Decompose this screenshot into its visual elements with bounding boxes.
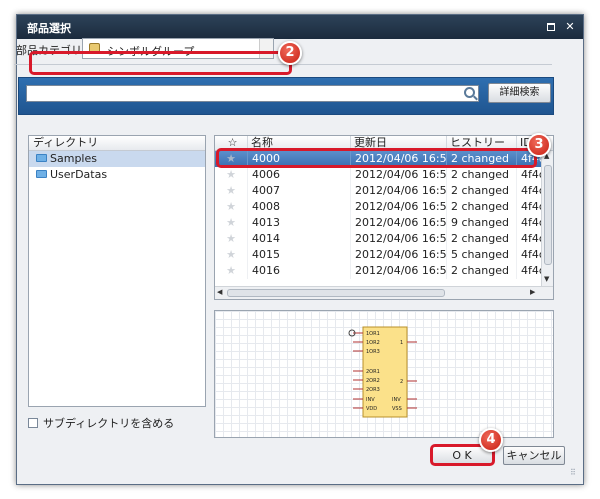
- history: 5 changed: [446, 247, 516, 263]
- updated-date: 2012/04/06 16:59: [350, 199, 446, 215]
- table-row[interactable]: ★ 4013 2012/04/06 16:59 9 changed 4f4d: [215, 215, 546, 231]
- pin-label: 2OR2: [366, 378, 380, 384]
- part-name: 4008: [247, 199, 350, 215]
- include-subdirectories-checkbox[interactable]: [28, 418, 38, 428]
- directory-item-samples[interactable]: Samples: [29, 151, 205, 167]
- restore-icon: [547, 23, 555, 31]
- scroll-right-icon[interactable]: ▶: [530, 288, 535, 296]
- pin-label: VDD: [366, 406, 377, 412]
- pin-label: 2OR3: [366, 387, 380, 393]
- part-name: 4013: [247, 215, 350, 231]
- advanced-search-button[interactable]: 詳細検索: [488, 83, 551, 103]
- history: 2 changed: [446, 183, 516, 199]
- vertical-scrollbar[interactable]: ▲ ▼: [541, 151, 553, 286]
- history: 9 changed: [446, 215, 516, 231]
- part-name: 4014: [247, 231, 350, 247]
- directory-header: ディレクトリ: [29, 136, 205, 151]
- directory-panel: ディレクトリ Samples UserDatas: [28, 135, 206, 407]
- history: 2 changed: [446, 199, 516, 215]
- table-row[interactable]: ★ 4014 2012/04/06 16:59 2 changed 4f4d: [215, 231, 546, 247]
- pin-label: 1OR2: [366, 340, 380, 346]
- cancel-button[interactable]: キャンセル: [503, 446, 565, 465]
- star-icon[interactable]: ★: [226, 232, 236, 245]
- search-icon[interactable]: [464, 87, 475, 98]
- star-icon[interactable]: ★: [226, 216, 236, 229]
- updated-date: 2012/04/06 16:59: [350, 215, 446, 231]
- star-icon[interactable]: ★: [226, 264, 236, 277]
- resize-grip-icon[interactable]: ⠿: [570, 469, 580, 480]
- annotation-badge: 4: [479, 428, 503, 452]
- window-title: 部品選択: [27, 22, 71, 35]
- table-row[interactable]: ★ 4015 2012/04/06 16:59 5 changed 4f4d: [215, 247, 546, 263]
- annotation-badge: 3: [527, 133, 551, 157]
- search-input[interactable]: [26, 85, 479, 102]
- pin-label: 2OR1: [366, 369, 380, 375]
- part-name: 4015: [247, 247, 350, 263]
- updated-date: 2012/04/06 16:59: [350, 247, 446, 263]
- close-button[interactable]: ✕: [563, 20, 577, 34]
- history: 2 changed: [446, 231, 516, 247]
- title-bar: 部品選択 ✕: [17, 15, 583, 39]
- part-name: 4007: [247, 183, 350, 199]
- table-row[interactable]: ★ 4007 2012/04/06 16:59 2 changed 4f4d: [215, 183, 546, 199]
- highlight-selected-row: [216, 148, 537, 168]
- pin-label: 2: [400, 379, 403, 385]
- star-icon[interactable]: ★: [226, 184, 236, 197]
- table-row[interactable]: ★ 4008 2012/04/06 16:59 2 changed 4f4d: [215, 199, 546, 215]
- scroll-down-icon[interactable]: ▼: [544, 275, 549, 283]
- scroll-left-icon[interactable]: ◀: [217, 288, 222, 296]
- table-row[interactable]: ★ 4006 2012/04/06 16:59 2 changed 4f4d: [215, 167, 546, 183]
- horizontal-scroll-thumb[interactable]: [227, 289, 445, 297]
- include-subdirectories-option[interactable]: サブディレクトリを含める: [28, 415, 174, 431]
- vertical-scroll-thumb[interactable]: [544, 165, 552, 265]
- star-icon[interactable]: ★: [226, 200, 236, 213]
- include-subdirectories-label: サブディレクトリを含める: [43, 417, 175, 430]
- folder-icon: [36, 154, 47, 162]
- updated-date: 2012/04/06 16:59: [350, 167, 446, 183]
- star-icon[interactable]: ★: [226, 168, 236, 181]
- pin-label: INV: [392, 397, 401, 403]
- highlight-category: [29, 51, 292, 75]
- updated-date: 2012/04/06 16:59: [350, 231, 446, 247]
- pin-label: INV: [366, 397, 375, 403]
- part-preview: 1OR1 1OR2 1OR3 2OR1 2OR2 2OR3 INV VDD 1 …: [214, 310, 554, 438]
- close-icon: ✕: [565, 20, 575, 33]
- part-name: 4016: [247, 263, 350, 279]
- pin-label: 1: [400, 340, 403, 346]
- part-name: 4006: [247, 167, 350, 183]
- star-icon[interactable]: ★: [226, 248, 236, 261]
- horizontal-scrollbar[interactable]: ◀ ▶: [215, 286, 553, 299]
- restore-button[interactable]: [544, 20, 558, 34]
- history: 2 changed: [446, 167, 516, 183]
- annotation-badge: 2: [278, 41, 302, 65]
- directory-item-label: Samples: [50, 152, 97, 165]
- history: 2 changed: [446, 263, 516, 279]
- pin-label: 1OR3: [366, 349, 380, 355]
- table-row[interactable]: ★ 4016 2012/04/06 16:59 2 changed 4f4d: [215, 263, 546, 279]
- directory-item-userdatas[interactable]: UserDatas: [29, 167, 205, 183]
- schematic-symbol: 1OR1 1OR2 1OR3 2OR1 2OR2 2OR3 INV VDD 1 …: [348, 326, 417, 418]
- folder-icon: [36, 170, 47, 178]
- pin-label: VSS: [392, 406, 402, 412]
- pin-label: 1OR1: [366, 331, 380, 337]
- updated-date: 2012/04/06 16:59: [350, 263, 446, 279]
- directory-item-label: UserDatas: [50, 168, 108, 181]
- updated-date: 2012/04/06 16:59: [350, 183, 446, 199]
